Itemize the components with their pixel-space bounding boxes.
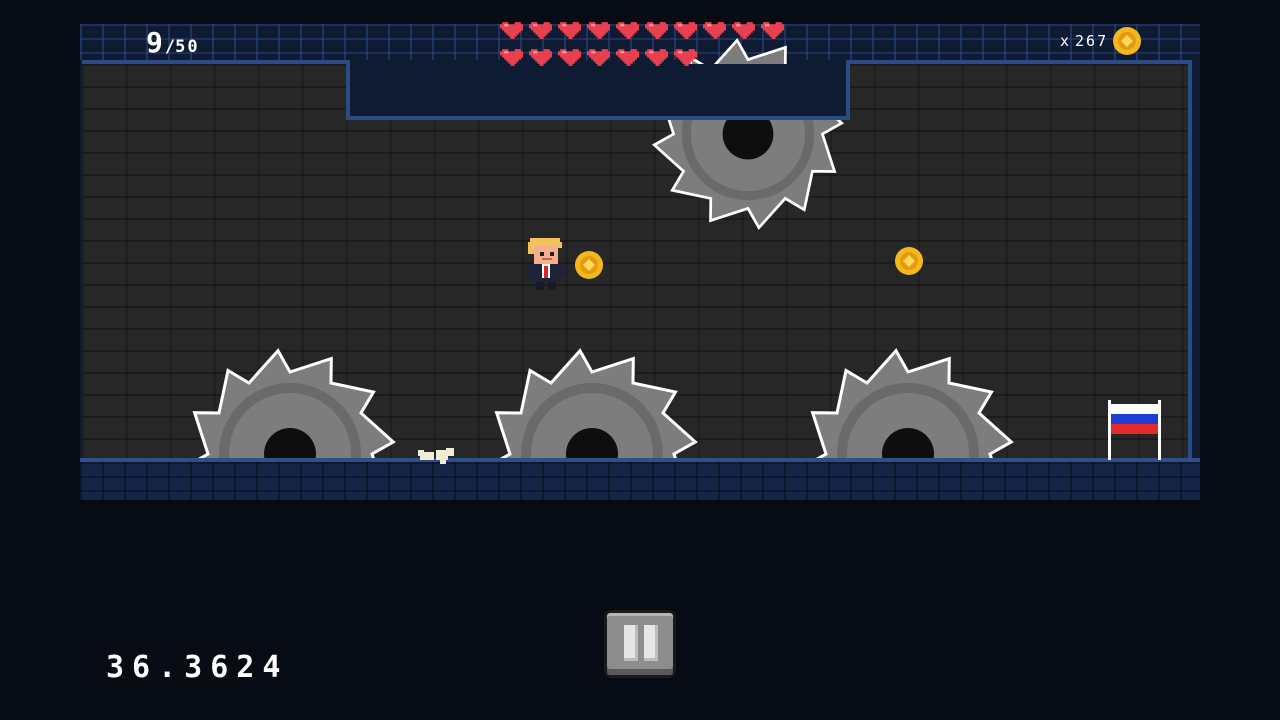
bones-remains: [418, 448, 454, 464]
heart-icon: [645, 22, 668, 39]
wall-edge-right: [1188, 60, 1192, 462]
health-hearts: [500, 20, 790, 68]
coin-counter: x 267: [1060, 26, 1142, 56]
run-timer: 36.3624: [106, 650, 289, 685]
heart-icon: [558, 49, 581, 66]
floor-saw-blade: [810, 348, 1014, 460]
ceiling-edge-right: [846, 60, 1192, 64]
coin-pickup: [895, 247, 923, 275]
heart-icon: [703, 22, 726, 39]
ceiling-edge-left: [82, 60, 350, 64]
coin-multiplier: x: [1060, 32, 1072, 50]
heart-icon: [616, 22, 639, 39]
heart-icon: [529, 22, 552, 39]
coin-count: 267: [1075, 32, 1109, 50]
heart-icon: [761, 22, 784, 39]
level-total: 50: [175, 37, 200, 57]
level-counter: 9/50: [146, 26, 200, 59]
ceiling-notch: [346, 64, 850, 120]
heart-icon: [529, 49, 552, 66]
heart-icon: [587, 49, 610, 66]
level-separator: /: [164, 37, 176, 57]
heart-icon: [674, 22, 697, 39]
heart-icon: [732, 22, 755, 39]
game-stage[interactable]: 9/50 x 267 36.3624: [0, 0, 1280, 720]
player-character: [526, 238, 566, 290]
heart-icon: [645, 49, 668, 66]
goal-flag: [1108, 400, 1161, 460]
heart-icon: [587, 22, 610, 39]
pause-button[interactable]: [604, 610, 676, 678]
floor-saw-blade: [494, 348, 698, 460]
heart-icon: [500, 49, 523, 66]
level-current: 9: [146, 26, 163, 59]
heart-icon: [558, 22, 581, 39]
coin-icon: [1113, 27, 1142, 55]
floor-saw-blade: [192, 348, 396, 460]
heart-icon: [500, 22, 523, 39]
heart-icon: [674, 49, 697, 66]
floor: [80, 458, 1200, 500]
heart-icon: [616, 49, 639, 66]
coin-pickup: [575, 251, 603, 279]
